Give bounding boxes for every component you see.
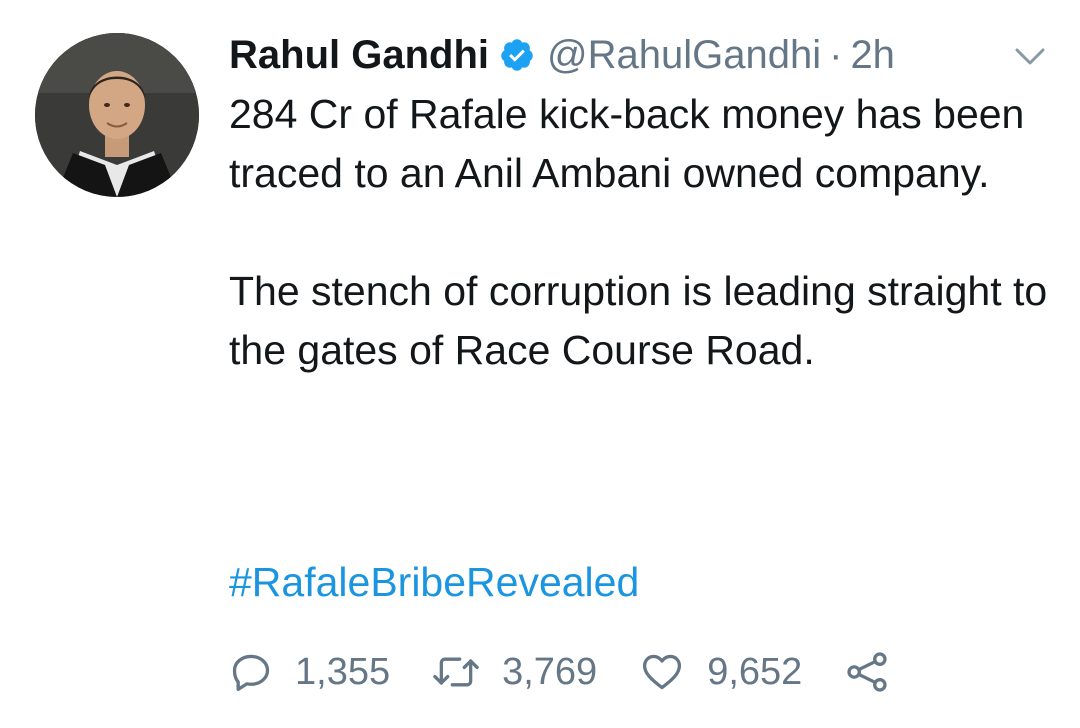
action-bar: 1,355 3,769 9,652 <box>229 642 932 702</box>
heart-icon <box>643 654 682 690</box>
verified-badge-icon <box>499 37 535 73</box>
retweet-icon <box>433 657 479 687</box>
tweet-body: 284 Cr of Rafale kick-back money has bee… <box>229 85 1049 380</box>
tweet[interactable]: Rahul Gandhi @RahulGandhi · 2h 284 Cr of… <box>0 0 1080 728</box>
tweet-paragraph: The stench of corruption is leading stra… <box>229 268 1048 373</box>
tweet-paragraph: 284 Cr of Rafale kick-back money has bee… <box>229 91 1025 196</box>
timestamp[interactable]: 2h <box>850 33 895 78</box>
chevron-down-icon[interactable] <box>1014 46 1046 68</box>
tweet-header: Rahul Gandhi @RahulGandhi · 2h <box>229 30 895 80</box>
reply-icon <box>232 654 270 692</box>
separator-dot: · <box>829 32 843 77</box>
avatar[interactable] <box>35 33 199 197</box>
hashtag-link[interactable]: #RafaleBribeRevealed <box>229 553 639 612</box>
like-button[interactable]: 9,652 <box>639 650 802 694</box>
reply-count: 1,355 <box>295 650 391 693</box>
share-icon <box>847 652 887 692</box>
display-name[interactable]: Rahul Gandhi <box>229 33 489 78</box>
like-count: 9,652 <box>707 650 803 693</box>
handle[interactable]: @RahulGandhi <box>547 33 821 78</box>
share-button[interactable] <box>844 650 890 694</box>
retweet-count: 3,769 <box>502 650 598 693</box>
reply-button[interactable]: 1,355 <box>229 650 390 694</box>
retweet-button[interactable]: 3,769 <box>432 650 597 694</box>
